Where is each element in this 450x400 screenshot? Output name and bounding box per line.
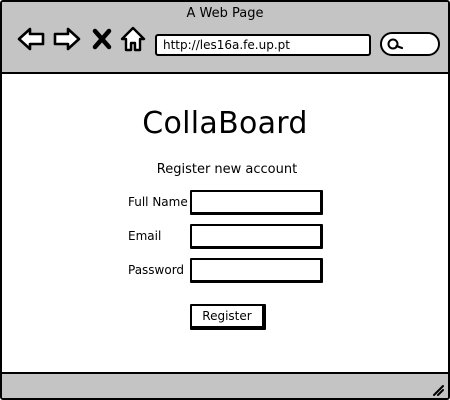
close-icon[interactable]: [90, 24, 114, 54]
forward-arrow-icon[interactable]: [52, 24, 82, 54]
register-button[interactable]: Register: [190, 304, 266, 330]
status-bar: [2, 372, 448, 398]
back-arrow-icon[interactable]: [16, 24, 46, 54]
resize-grip-icon[interactable]: [430, 382, 444, 396]
home-icon[interactable]: [118, 24, 148, 54]
password-label: Password: [128, 263, 185, 277]
address-bar[interactable]: http://les16a.fe.up.pt: [155, 34, 371, 56]
search-icon: [387, 38, 404, 50]
page-content: CollaBoard Register new account Full Nam…: [2, 74, 448, 372]
full-name-label: Full Name: [128, 195, 188, 209]
email-input[interactable]: [190, 224, 323, 249]
form-subtitle: Register new account: [156, 162, 298, 177]
email-label: Email: [128, 229, 162, 243]
full-name-input[interactable]: [190, 190, 323, 215]
app-title: CollaBoard: [142, 106, 308, 141]
search-box[interactable]: [380, 32, 440, 56]
browser-toolbar: A Web Page http://les16a.fe.up.pt: [2, 2, 448, 74]
password-input[interactable]: [190, 258, 323, 283]
window-title: A Web Page: [186, 6, 264, 21]
browser-window: A Web Page http://les16a.fe.up.pt CollaB…: [0, 0, 450, 400]
